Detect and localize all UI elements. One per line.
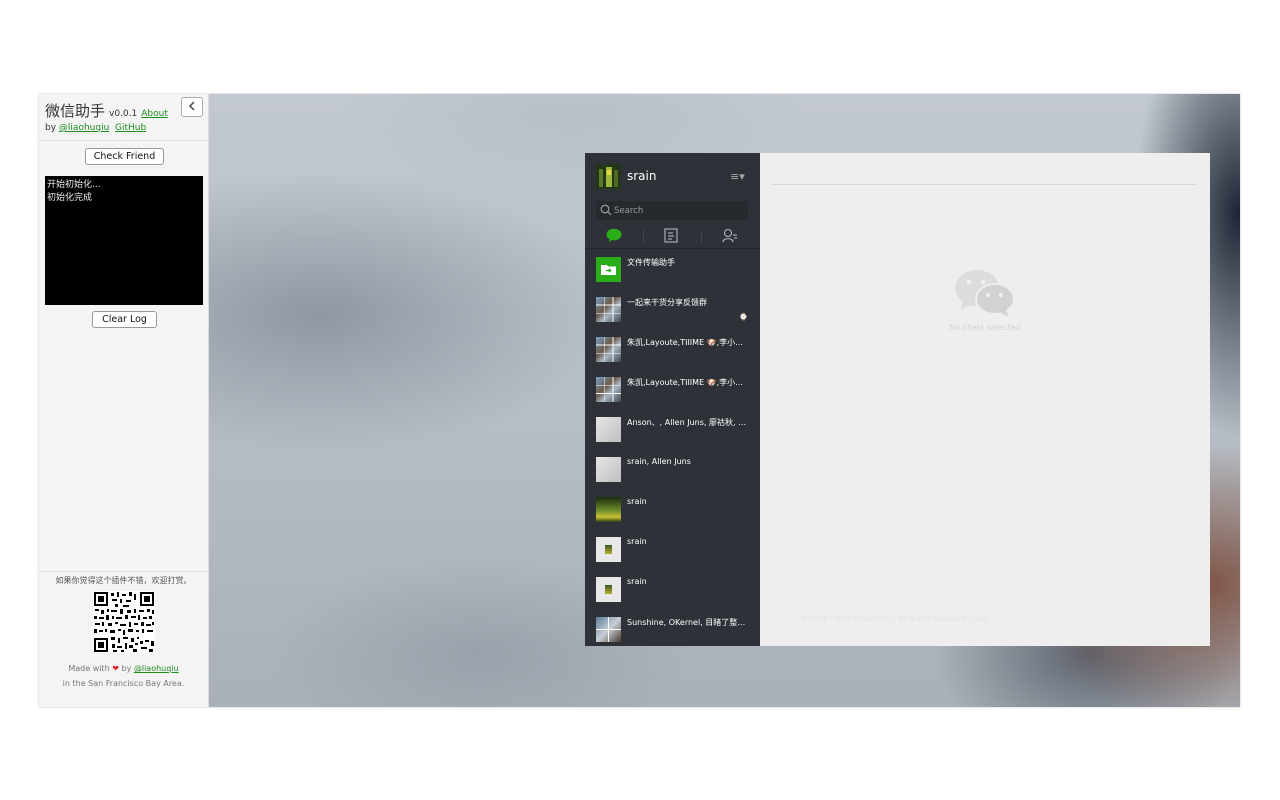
- clear-log-button[interactable]: Clear Log: [92, 311, 157, 328]
- document-icon: [664, 228, 678, 243]
- chat-item[interactable]: srain, Allen Juns: [585, 449, 760, 489]
- location-text: in the San Francisco Bay Area.: [62, 679, 185, 688]
- divider: [39, 571, 208, 572]
- author-line: by @liaohuqiu GitHub: [45, 123, 146, 133]
- chat-item[interactable]: 一起来干货分享反馈群 ⌚: [585, 289, 760, 329]
- copyright-text: © 1998 - 2017 Tencent Inc. All Rights Re…: [800, 615, 989, 623]
- chat-list: 文件传输助手 一起来干货分享反馈群 ⌚ 朱凯,Layoute,TIIIME 🐶,…: [585, 249, 760, 646]
- log-console[interactable]: 开始初始化... 初始化完成: [45, 176, 203, 305]
- github-link[interactable]: GitHub: [115, 123, 146, 133]
- chat-name: 文件传输助手: [627, 258, 675, 267]
- chat-name: Anson、, Allen Juns, 廖祜秋, A...: [627, 418, 749, 427]
- group-avatar: [596, 377, 621, 402]
- footer-author-link[interactable]: @liaohuqiu: [134, 664, 179, 673]
- chat-bubble-icon: [606, 228, 622, 242]
- file-transfer-avatar: [596, 257, 621, 282]
- group-avatar: [596, 337, 621, 362]
- profile-avatar[interactable]: [596, 164, 621, 189]
- group-avatar: [596, 617, 621, 642]
- sidebar-tabs: [585, 224, 760, 249]
- empty-state-text: No chats selected: [949, 323, 1021, 332]
- folder-icon: [601, 265, 616, 275]
- chat-name: 朱凯,Layoute,TIIIME 🐶,李小...: [627, 338, 743, 347]
- user-avatar: [596, 537, 621, 562]
- chat-name: srain: [627, 537, 647, 546]
- wechat-logo-icon: [955, 270, 1015, 317]
- donate-qr-code: [93, 591, 155, 653]
- profile-name: srain: [627, 169, 657, 183]
- tab-contacts[interactable]: [701, 224, 759, 248]
- contacts-icon: [722, 228, 737, 243]
- chat-item[interactable]: srain: [585, 569, 760, 609]
- about-link[interactable]: About: [141, 109, 168, 119]
- made-with-line: Made with ❤ by @liaohuqiu: [39, 664, 208, 673]
- group-avatar: [596, 457, 621, 482]
- plant-photo-icon: [596, 164, 621, 189]
- chat-item[interactable]: srain: [585, 489, 760, 529]
- chat-pane: No chats selected © 1998 - 2017 Tencent …: [760, 153, 1210, 646]
- search-box[interactable]: [596, 201, 748, 220]
- check-friend-button[interactable]: Check Friend: [85, 148, 164, 165]
- chat-item[interactable]: 朱凯,Layoute,TIIIME 🐶,李小...: [585, 369, 760, 409]
- chat-item[interactable]: Anson、, Allen Juns, 廖祜秋, A...: [585, 409, 760, 449]
- chat-name: 朱凯,Layoute,TIIIME 🐶,李小...: [627, 378, 743, 387]
- user-avatar: [596, 497, 621, 522]
- chat-item[interactable]: 文件传输助手: [585, 249, 760, 289]
- chat-name: srain: [627, 497, 647, 506]
- chat-item[interactable]: Sunshine, OKernel, 目睹了整个...: [585, 609, 760, 646]
- donate-text: 如果你觉得这个插件不错，欢迎打赏。: [55, 576, 192, 585]
- log-line: 开始初始化...: [47, 180, 101, 190]
- plugin-panel: 微信助手 v0.0.1 About by @liaohuqiu GitHub Che…: [39, 94, 209, 707]
- chat-item[interactable]: srain: [585, 529, 760, 569]
- menu-icon[interactable]: ≡▾: [730, 170, 745, 183]
- tab-chats[interactable]: [585, 224, 643, 248]
- wechat-sidebar: srain ≡▾ Search 文件传输助手 一起来干货分享反馈群 ⌚ 朱凯,L…: [585, 153, 760, 646]
- group-avatar: [596, 417, 621, 442]
- heart-icon: ❤: [112, 664, 119, 673]
- blurred-background: srain ≡▾ Search 文件传输助手 一起来干货分享反馈群 ⌚ 朱凯,L…: [209, 94, 1240, 707]
- chat-name: 一起来干货分享反馈群: [627, 298, 707, 307]
- log-line: 初始化完成: [47, 193, 93, 203]
- author-link[interactable]: @liaohuqiu: [59, 123, 109, 133]
- plugin-name: 微信助手: [45, 102, 106, 120]
- chat-name: srain, Allen Juns: [627, 457, 691, 466]
- made-with-prefix: Made with: [68, 664, 110, 673]
- chat-name: Sunshine, OKernel, 目睹了整个...: [627, 618, 749, 627]
- by-label: by: [45, 123, 57, 133]
- made-with-by: by: [121, 664, 132, 673]
- divider: [39, 140, 208, 141]
- wechat-window: srain ≡▾ Search 文件传输助手 一起来干货分享反馈群 ⌚ 朱凯,L…: [585, 153, 1210, 646]
- tab-articles[interactable]: [643, 224, 701, 248]
- collapse-panel-button[interactable]: [181, 97, 203, 117]
- chat-name: srain: [627, 577, 647, 586]
- chat-item[interactable]: 朱凯,Layoute,TIIIME 🐶,李小...: [585, 329, 760, 369]
- plugin-title: 微信助手 v0.0.1 About: [45, 100, 168, 121]
- user-avatar: [596, 577, 621, 602]
- group-avatar: [596, 297, 621, 322]
- search-input[interactable]: [614, 201, 742, 220]
- mute-icon: ⌚: [739, 313, 748, 321]
- plugin-version: v0.0.1: [109, 109, 138, 119]
- chevron-left-icon: [188, 101, 195, 111]
- search-icon: [600, 204, 612, 216]
- header-divider: [772, 184, 1197, 185]
- browser-window: 微信助手 v0.0.1 About by @liaohuqiu GitHub Che…: [39, 94, 1240, 707]
